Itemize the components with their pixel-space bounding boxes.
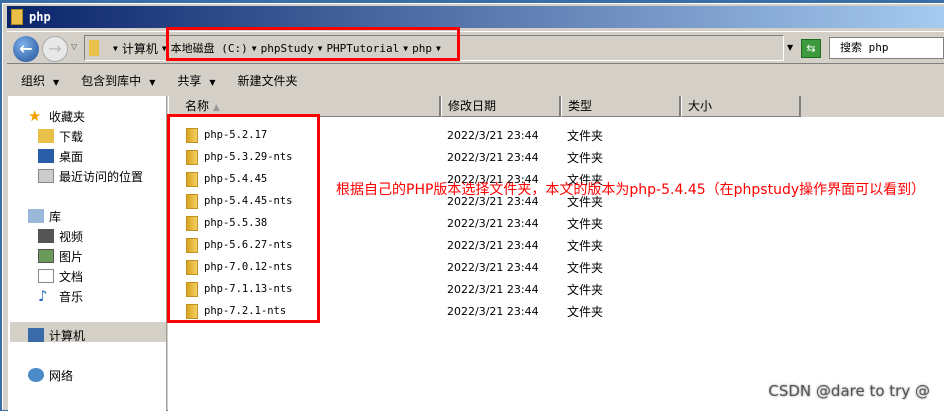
sidebar-item-libraries[interactable]: 库 bbox=[28, 206, 61, 226]
sidebar-item-network[interactable]: 网络 bbox=[28, 365, 73, 385]
file-type: 文件夹 bbox=[567, 238, 604, 253]
chevron-down-icon[interactable]: ▼ bbox=[113, 44, 118, 53]
sidebar-label: 图片 bbox=[59, 249, 84, 264]
sidebar-item-desktop[interactable]: 桌面 bbox=[38, 146, 83, 166]
address-dropdown-icon[interactable]: ▼ bbox=[787, 43, 793, 52]
explorer-window: php ← → ▽ ▼ 计算机 ▼ 本地磁盘 (C:) ▼ phpStudy ▼… bbox=[2, 3, 944, 411]
music-icon: ♪ bbox=[38, 287, 48, 305]
folder-icon bbox=[89, 40, 99, 56]
sidebar-item-music[interactable]: ♪ 音乐 bbox=[38, 286, 83, 306]
picture-icon bbox=[38, 249, 54, 263]
chevron-down-icon: ▼ bbox=[53, 77, 60, 87]
back-button[interactable]: ← bbox=[13, 36, 39, 62]
organize-button[interactable]: 组织 ▼ bbox=[21, 72, 59, 89]
column-header-date[interactable]: 修改日期 bbox=[441, 96, 561, 117]
share-label: 共享 bbox=[177, 73, 202, 88]
highlight-box-address bbox=[166, 27, 460, 61]
document-icon bbox=[38, 269, 54, 283]
sidebar-label: 收藏夹 bbox=[49, 109, 86, 124]
column-header-type[interactable]: 类型 bbox=[561, 96, 681, 117]
recent-places-icon bbox=[38, 169, 54, 183]
file-date: 2022/3/21 23:44 bbox=[447, 260, 539, 274]
library-icon bbox=[28, 209, 44, 223]
sidebar-label: 网络 bbox=[49, 368, 74, 383]
sidebar-item-videos[interactable]: 视频 bbox=[38, 226, 83, 246]
file-date: 2022/3/21 23:44 bbox=[447, 128, 539, 142]
share-button[interactable]: 共享 ▼ bbox=[177, 72, 215, 89]
sidebar-label: 计算机 bbox=[49, 328, 86, 343]
sidebar-label: 下载 bbox=[59, 129, 84, 144]
sidebar-label: 最近访问的位置 bbox=[59, 169, 144, 184]
sidebar-item-recent[interactable]: 最近访问的位置 bbox=[38, 166, 143, 186]
download-folder-icon bbox=[38, 129, 54, 143]
navigation-pane: ★ 收藏夹 下载 桌面 最近访问的位置 库 视频 图片 文档 ♪ 音乐 计算机 网络 bbox=[8, 96, 167, 411]
sidebar-item-download[interactable]: 下载 bbox=[38, 126, 83, 146]
file-date: 2022/3/21 23:44 bbox=[447, 282, 539, 296]
refresh-button[interactable]: ⇆ bbox=[801, 39, 821, 58]
file-type: 文件夹 bbox=[567, 150, 604, 165]
sidebar-label: 视频 bbox=[59, 229, 84, 244]
include-label: 包含到库中 bbox=[81, 73, 142, 88]
include-library-button[interactable]: 包含到库中 ▼ bbox=[81, 72, 155, 89]
sidebar-label: 音乐 bbox=[59, 289, 84, 304]
sidebar-label: 文档 bbox=[59, 269, 84, 284]
column-header-size[interactable]: 大小 bbox=[681, 96, 801, 117]
sidebar-label: 桌面 bbox=[59, 149, 84, 164]
file-date: 2022/3/21 23:44 bbox=[447, 238, 539, 252]
chevron-down-icon: ▼ bbox=[209, 77, 216, 87]
sort-ascending-icon: ▲ bbox=[212, 103, 220, 113]
desktop-icon bbox=[38, 149, 54, 163]
network-icon bbox=[28, 368, 44, 382]
header-label: 名称 bbox=[185, 99, 210, 113]
highlight-box-files bbox=[167, 114, 320, 323]
search-input[interactable]: 搜索 php bbox=[829, 37, 944, 59]
file-date: 2022/3/21 23:44 bbox=[447, 216, 539, 230]
watermark: CSDN @dare to try @ bbox=[768, 382, 930, 400]
file-date: 2022/3/21 23:44 bbox=[447, 304, 539, 318]
file-type: 文件夹 bbox=[567, 216, 604, 231]
file-type: 文件夹 bbox=[567, 260, 604, 275]
computer-icon bbox=[28, 328, 44, 342]
sidebar-item-pictures[interactable]: 图片 bbox=[38, 246, 83, 266]
folder-icon bbox=[11, 9, 23, 25]
organize-label: 组织 bbox=[21, 73, 46, 88]
window-title: php bbox=[29, 10, 51, 24]
crumb-computer[interactable]: 计算机 bbox=[122, 40, 158, 57]
sidebar-item-documents[interactable]: 文档 bbox=[38, 266, 83, 286]
video-icon bbox=[38, 229, 54, 243]
forward-button[interactable]: → bbox=[42, 36, 68, 62]
command-bar: 组织 ▼ 包含到库中 ▼ 共享 ▼ 新建文件夹 bbox=[7, 66, 944, 94]
file-date: 2022/3/21 23:44 bbox=[447, 150, 539, 164]
star-icon: ★ bbox=[28, 107, 42, 125]
file-type: 文件夹 bbox=[567, 128, 604, 143]
chevron-down-icon: ▼ bbox=[149, 77, 156, 87]
address-bar-area: ← → ▽ ▼ 计算机 ▼ 本地磁盘 (C:) ▼ phpStudy ▼ PHP… bbox=[7, 31, 944, 64]
file-type: 文件夹 bbox=[567, 282, 604, 297]
file-type: 文件夹 bbox=[567, 304, 604, 319]
sidebar-label: 库 bbox=[49, 209, 62, 224]
history-dropdown-icon[interactable]: ▽ bbox=[71, 42, 77, 51]
new-folder-button[interactable]: 新建文件夹 bbox=[238, 72, 298, 89]
annotation-text: 根据自己的PHP版本选择文件夹，本文的版本为php-5.4.45（在phpstu… bbox=[336, 182, 926, 198]
title-bar: php bbox=[7, 6, 944, 28]
sidebar-item-computer[interactable]: 计算机 bbox=[28, 325, 85, 345]
sidebar-item-favorites[interactable]: ★ 收藏夹 bbox=[28, 106, 85, 126]
